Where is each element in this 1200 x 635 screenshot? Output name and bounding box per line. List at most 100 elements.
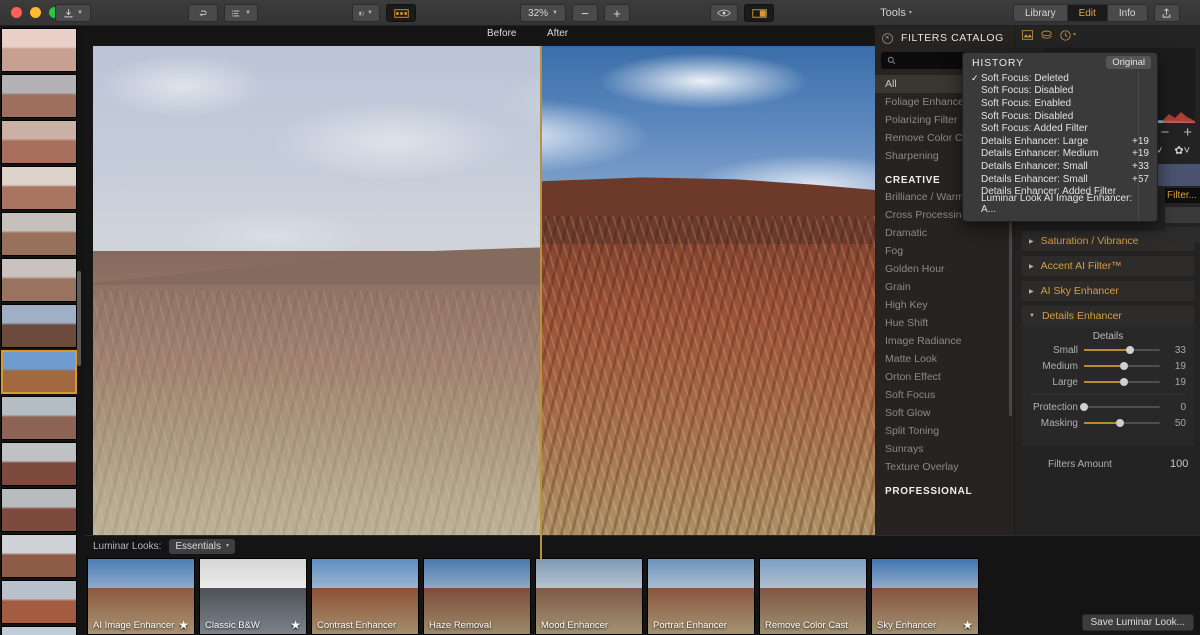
panel-zoom-out-button[interactable]: − xyxy=(1160,124,1169,141)
window-traffic-lights[interactable] xyxy=(11,7,60,18)
filters-catalog-creative-list[interactable]: Brilliance / WarmthCross ProcessingDrama… xyxy=(875,188,1014,476)
luminar-look-thumbnail[interactable]: Portrait Enhancer xyxy=(647,558,755,635)
filmstrip-thumbnail[interactable] xyxy=(1,626,77,635)
history-icon[interactable]: ▾ xyxy=(1060,30,1076,41)
slider-track[interactable] xyxy=(1084,365,1160,367)
luminar-look-thumbnail[interactable]: Haze Removal xyxy=(423,558,531,635)
slider-knob[interactable] xyxy=(1120,378,1128,386)
filter-catalog-item[interactable]: Matte Look xyxy=(875,350,1014,368)
history-popup[interactable]: HISTORY Original ✓Soft Focus: DeletedSof… xyxy=(962,52,1158,222)
slider-row-protection[interactable]: Protection0 xyxy=(1022,399,1194,415)
segment-info[interactable]: Info xyxy=(1108,4,1148,22)
star-icon[interactable]: ★ xyxy=(178,618,189,632)
filmstrip-thumbnail[interactable] xyxy=(1,166,77,210)
gear-icon[interactable]: ✿˅ xyxy=(1174,144,1190,157)
filter-catalog-item[interactable]: Sunrays xyxy=(875,440,1014,458)
filter-catalog-item[interactable]: Fog xyxy=(875,242,1014,260)
filmstrip-thumbnail[interactable] xyxy=(1,304,77,348)
history-item[interactable]: Details Enhancer: Small+33 xyxy=(963,160,1157,173)
luminar-look-thumbnail[interactable]: Sky Enhancer★ xyxy=(871,558,979,635)
slider-track[interactable] xyxy=(1084,349,1160,351)
history-item[interactable]: Details Enhancer: Large+19 xyxy=(963,135,1157,148)
slider-track[interactable] xyxy=(1084,406,1160,408)
luminar-look-thumbnail[interactable]: Classic B&W★ xyxy=(199,558,307,635)
filmstrip-thumbnail[interactable] xyxy=(1,28,77,72)
zoom-out-button[interactable]: − xyxy=(572,4,598,22)
filmstrip-thumbnail[interactable] xyxy=(1,580,77,624)
looks-thumbnail-row[interactable]: AI Image Enhancer★Classic B&W★Contrast E… xyxy=(85,558,979,635)
zoom-level-field[interactable]: 32% ▼ xyxy=(520,4,566,22)
split-view-button[interactable]: ▼ xyxy=(352,4,380,22)
filter-catalog-item[interactable]: Golden Hour xyxy=(875,260,1014,278)
filter-catalog-item[interactable]: High Key xyxy=(875,296,1014,314)
history-item[interactable]: Luminar Look AI Image Enhancer: A... xyxy=(963,198,1157,211)
luminar-look-thumbnail[interactable]: Remove Color Cast xyxy=(759,558,867,635)
segment-library[interactable]: Library xyxy=(1013,4,1068,22)
share-button[interactable] xyxy=(1154,4,1180,22)
panel-zoom-controls[interactable]: − + xyxy=(1160,124,1192,141)
add-filter-button[interactable]: Filter... xyxy=(1165,188,1200,203)
export-button[interactable]: ▼ xyxy=(55,4,91,22)
filter-catalog-item[interactable]: Orton Effect xyxy=(875,368,1014,386)
filmstrip-thumbnail[interactable] xyxy=(1,488,77,532)
panel-zoom-in-button[interactable]: + xyxy=(1183,124,1192,141)
star-icon[interactable]: ★ xyxy=(290,618,301,632)
luminar-look-thumbnail[interactable]: Mood Enhancer xyxy=(535,558,643,635)
filter-group-ai-sky-enhancer[interactable]: ▶ AI Sky Enhancer xyxy=(1022,281,1194,301)
slider-knob[interactable] xyxy=(1126,346,1134,354)
tools-menu-button[interactable]: Tools ▾ xyxy=(874,4,918,22)
slider-row-masking[interactable]: Masking50 xyxy=(1022,415,1194,431)
filter-group-saturation-vibrance[interactable]: ▶ Saturation / Vibrance xyxy=(1022,231,1194,251)
close-icon[interactable]: × xyxy=(882,33,893,44)
star-icon[interactable]: ★ xyxy=(962,618,973,632)
undo-button[interactable] xyxy=(188,4,218,22)
presets-list-button[interactable]: ▼ xyxy=(224,4,258,22)
luminar-look-thumbnail[interactable]: Contrast Enhancer xyxy=(311,558,419,635)
filter-catalog-item[interactable]: Soft Focus xyxy=(875,386,1014,404)
filmstrip-thumbnail[interactable] xyxy=(1,396,77,440)
save-luminar-look-button[interactable]: Save Luminar Look... xyxy=(1082,614,1195,631)
compare-divider-handle[interactable] xyxy=(540,46,542,561)
looks-collection-dropdown[interactable]: Essentials ▾ xyxy=(169,539,235,554)
slider-row-large[interactable]: Large19 xyxy=(1022,374,1194,390)
slider-row-medium[interactable]: Medium19 xyxy=(1022,358,1194,374)
filmstrip-scrollbar[interactable] xyxy=(77,271,81,366)
slider-track[interactable] xyxy=(1084,381,1160,383)
filmstrip-thumbnail[interactable] xyxy=(1,74,77,118)
history-item[interactable]: ✓Soft Focus: Deleted xyxy=(963,72,1157,85)
filter-catalog-item[interactable]: Texture Overlay xyxy=(875,458,1014,476)
history-item[interactable]: Details Enhancer: Medium+19 xyxy=(963,148,1157,161)
filmstrip-thumbnail[interactable] xyxy=(1,212,77,256)
filter-catalog-item[interactable]: Soft Glow xyxy=(875,404,1014,422)
slider-knob[interactable] xyxy=(1080,403,1088,411)
slider-knob[interactable] xyxy=(1120,362,1128,370)
luminar-look-thumbnail[interactable]: AI Image Enhancer★ xyxy=(87,558,195,635)
history-item[interactable]: Soft Focus: Added Filter xyxy=(963,122,1157,135)
filter-group-details-enhancer[interactable]: ▼ Details Enhancer xyxy=(1022,306,1194,326)
before-after-button[interactable] xyxy=(744,4,774,22)
filmstrip-thumbnail[interactable] xyxy=(1,350,77,394)
layers-icon[interactable] xyxy=(1041,30,1052,40)
filmstrip-thumbnail[interactable] xyxy=(1,258,77,302)
filter-catalog-item[interactable]: Hue Shift xyxy=(875,314,1014,332)
filter-catalog-item[interactable]: Dramatic xyxy=(875,224,1014,242)
image-filmstrip[interactable] xyxy=(0,26,85,635)
history-item[interactable]: Soft Focus: Disabled xyxy=(963,110,1157,123)
minimize-window-button[interactable] xyxy=(30,7,41,18)
filmstrip-thumbnail[interactable] xyxy=(1,120,77,164)
slider-track[interactable] xyxy=(1084,422,1160,424)
filmstrip-thumbnail[interactable] xyxy=(1,534,77,578)
history-item[interactable]: Details Enhancer: Small+57 xyxy=(963,173,1157,186)
history-item[interactable]: Soft Focus: Enabled xyxy=(963,97,1157,110)
filter-catalog-item[interactable]: Image Radiance xyxy=(875,332,1014,350)
filter-group-accent-ai[interactable]: ▶ Accent AI Filter™ xyxy=(1022,256,1194,276)
filter-catalog-item[interactable]: Grain xyxy=(875,278,1014,296)
mode-segmented-control[interactable]: Library Edit Info xyxy=(1013,4,1148,22)
panel-tab-icons[interactable]: ▾ xyxy=(1015,26,1200,44)
filter-catalog-item[interactable]: Split Toning xyxy=(875,422,1014,440)
preview-toggle-button[interactable] xyxy=(710,4,738,22)
photo-compare-view[interactable] xyxy=(93,46,875,561)
history-original-button[interactable]: Original xyxy=(1106,56,1151,69)
filmstrip-thumbnail[interactable] xyxy=(1,442,77,486)
adjust-icon[interactable] xyxy=(1022,30,1033,40)
